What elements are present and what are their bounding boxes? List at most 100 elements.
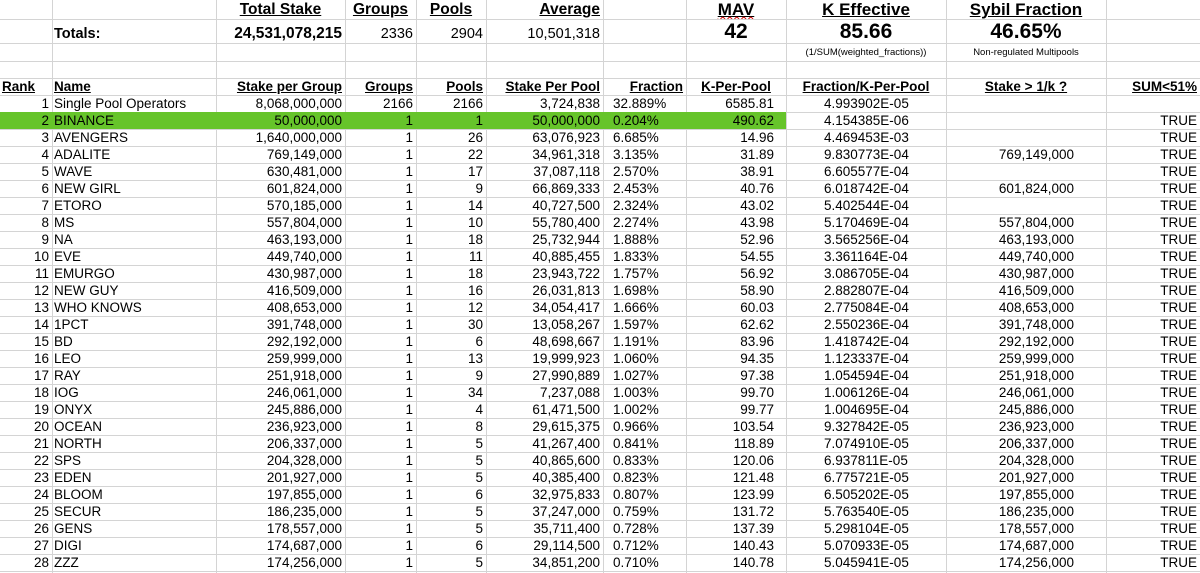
cell-sum-lt-51[interactable]: TRUE [1106,146,1200,163]
cell-name[interactable]: OCEAN [52,418,216,435]
cell-k-per-pool[interactable]: 60.03 [686,299,786,316]
cell-fraction[interactable]: 0.712% [603,537,686,554]
sybil-note[interactable]: Non-regulated Multipools [946,44,1106,61]
cell-stake-over-1k[interactable]: 174,687,000 [946,537,1106,554]
cell-fraction-per-k[interactable]: 6.018742E-04 [786,180,946,197]
cell-k-per-pool[interactable]: 43.02 [686,197,786,214]
cell-groups[interactable]: 1 [345,503,416,520]
cell-stake-over-1k[interactable]: 197,855,000 [946,486,1106,503]
cell-stake-per-pool[interactable]: 63,076,923 [486,129,603,146]
cell-pools[interactable]: 5 [416,503,486,520]
cell-stake-per-pool[interactable]: 41,267,400 [486,435,603,452]
cell-fraction[interactable]: 0.823% [603,469,686,486]
cell-sum-lt-51[interactable]: TRUE [1106,180,1200,197]
cell-fraction[interactable]: 2.570% [603,163,686,180]
column-header-rank[interactable]: Rank [0,78,52,95]
cell-stake-per-group[interactable]: 292,192,000 [216,333,345,350]
cell-groups[interactable]: 1 [345,129,416,146]
cell-pools[interactable]: 6 [416,486,486,503]
cell-fraction[interactable]: 1.002% [603,401,686,418]
cell-fraction-per-k[interactable]: 4.469453E-03 [786,129,946,146]
cell-groups[interactable]: 1 [345,214,416,231]
cell-fraction-per-k[interactable]: 1.123337E-04 [786,350,946,367]
cell-stake-per-pool[interactable]: 23,943,722 [486,265,603,282]
cell-sum-lt-51[interactable]: TRUE [1106,299,1200,316]
cell-k-per-pool[interactable]: 140.43 [686,537,786,554]
cell-name[interactable]: WAVE [52,163,216,180]
cell-stake-per-pool[interactable]: 37,247,000 [486,503,603,520]
cell-fraction-per-k[interactable]: 2.550236E-04 [786,316,946,333]
total-stake-value[interactable]: 24,531,078,215 [216,23,345,45]
cell-pools[interactable]: 30 [416,316,486,333]
cell-k-per-pool[interactable]: 123.99 [686,486,786,503]
cell-stake-over-1k[interactable]: 178,557,000 [946,520,1106,537]
cell-stake-per-pool[interactable]: 3,724,838 [486,95,603,112]
cell-stake-per-group[interactable]: 408,653,000 [216,299,345,316]
cell-rank[interactable]: 27 [0,537,52,554]
cell-stake-over-1k[interactable]: 251,918,000 [946,367,1106,384]
k-effective-note[interactable]: (1/SUM(weighted_fractions)) [786,44,946,61]
cell-groups[interactable]: 1 [345,146,416,163]
cell-name[interactable]: IOG [52,384,216,401]
cell-fraction-per-k[interactable]: 5.070933E-05 [786,537,946,554]
cell-pools[interactable]: 18 [416,231,486,248]
cell-groups[interactable]: 1 [345,554,416,571]
cell-k-per-pool[interactable]: 52.96 [686,231,786,248]
cell-name[interactable]: SPS [52,452,216,469]
cell-groups[interactable]: 1 [345,520,416,537]
cell-k-per-pool[interactable]: 118.89 [686,435,786,452]
cell-stake-per-pool[interactable]: 34,054,417 [486,299,603,316]
cell-sum-lt-51[interactable]: TRUE [1106,418,1200,435]
cell-stake-per-pool[interactable]: 40,385,400 [486,469,603,486]
cell-rank[interactable]: 4 [0,146,52,163]
cell-sum-lt-51[interactable]: TRUE [1106,452,1200,469]
cell-name[interactable]: BINANCE [52,112,216,129]
cell-pools[interactable]: 5 [416,554,486,571]
cell-name[interactable]: ONYX [52,401,216,418]
cell-fraction-per-k[interactable]: 2.775084E-04 [786,299,946,316]
cell-fraction[interactable]: 32.889% [603,95,686,112]
cell-rank[interactable]: 21 [0,435,52,452]
cell-sum-lt-51[interactable]: TRUE [1106,214,1200,231]
cell-groups[interactable]: 1 [345,469,416,486]
cell-stake-over-1k[interactable]: 391,748,000 [946,316,1106,333]
cell-sum-lt-51[interactable]: TRUE [1106,112,1200,129]
cell-name[interactable]: Single Pool Operators [52,95,216,112]
cell-pools[interactable]: 14 [416,197,486,214]
cell-fraction[interactable]: 1.027% [603,367,686,384]
cell-rank[interactable]: 28 [0,554,52,571]
cell-fraction-per-k[interactable]: 1.004695E-04 [786,401,946,418]
cell-k-per-pool[interactable]: 62.62 [686,316,786,333]
cell-stake-over-1k[interactable]: 236,923,000 [946,418,1106,435]
cell-rank[interactable]: 13 [0,299,52,316]
cell-rank[interactable]: 14 [0,316,52,333]
mav-header[interactable]: MAV [686,0,786,20]
cell-stake-per-group[interactable]: 206,337,000 [216,435,345,452]
cell-groups[interactable]: 1 [345,316,416,333]
cell-stake-per-group[interactable]: 430,987,000 [216,265,345,282]
cell-rank[interactable]: 2 [0,112,52,129]
cell-stake-over-1k[interactable] [946,129,1106,146]
cell-name[interactable]: SECUR [52,503,216,520]
cell-stake-per-group[interactable]: 236,923,000 [216,418,345,435]
cell-fraction[interactable]: 0.728% [603,520,686,537]
cell-pools[interactable]: 22 [416,146,486,163]
cell-stake-per-pool[interactable]: 27,990,889 [486,367,603,384]
cell-groups[interactable]: 1 [345,299,416,316]
cell-pools[interactable]: 2166 [416,95,486,112]
cell-stake-over-1k[interactable]: 259,999,000 [946,350,1106,367]
cell-pools[interactable]: 5 [416,520,486,537]
cell-stake-per-pool[interactable]: 40,865,600 [486,452,603,469]
cell-stake-per-pool[interactable]: 34,851,200 [486,554,603,571]
cell-fraction-per-k[interactable]: 6.605577E-04 [786,163,946,180]
cell-groups[interactable]: 1 [345,163,416,180]
cell-rank[interactable]: 19 [0,401,52,418]
cell-rank[interactable]: 10 [0,248,52,265]
cell-stake-per-pool[interactable]: 13,058,267 [486,316,603,333]
cell-name[interactable]: EMURGO [52,265,216,282]
cell-rank[interactable]: 22 [0,452,52,469]
cell-fraction[interactable]: 2.453% [603,180,686,197]
cell-name[interactable]: LEO [52,350,216,367]
column-header-stake-per-group[interactable]: Stake per Group [216,78,345,95]
totals-label[interactable]: Totals: [52,23,212,45]
